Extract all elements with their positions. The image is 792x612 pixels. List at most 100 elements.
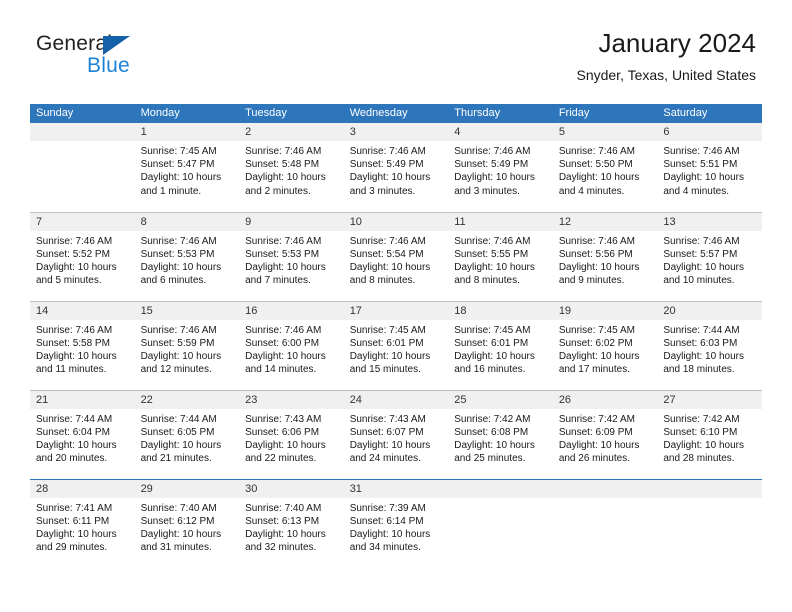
day-details: Sunrise: 7:40 AM Sunset: 6:13 PM Daylight:… (239, 498, 344, 555)
daylight-text-line1: Daylight: 10 hours (140, 261, 222, 273)
calendar-day-cell[interactable]: 11 Sunrise: 7:46 AM Sunset: 5:55 PM Dayligh… (448, 212, 553, 301)
calendar-day-cell[interactable]: 9 Sunrise: 7:46 AM Sunset: 5:53 PM Daylight… (239, 212, 344, 301)
calendar-day-cell[interactable]: 24 Sunrise: 7:43 AM Sunset: 6:07 PM Dayligh… (343, 390, 449, 479)
daylight-text-line2: and 18 minutes. (663, 364, 735, 376)
calendar-day-cell[interactable]: 17 Sunrise: 7:45 AM Sunset: 6:01 PM Dayligh… (343, 301, 449, 390)
daylight-text-line1: Daylight: 10 hours (454, 172, 535, 184)
calendar-day-cell[interactable]: 26 Sunrise: 7:42 AM Sunset: 6:09 PM Dayligh… (552, 390, 658, 479)
weekday-header-tuesday: Tuesday (239, 104, 344, 123)
sunset-text: Sunset: 5:49 PM (454, 159, 529, 171)
day-number: 4 (448, 123, 553, 141)
sunset-text: Sunset: 5:57 PM (663, 248, 738, 260)
day-details: Sunrise: 7:46 AM Sunset: 5:48 PM Daylight:… (239, 141, 344, 198)
sunrise-text: Sunrise: 7:46 AM (36, 324, 113, 336)
day-details: Sunrise: 7:40 AM Sunset: 6:12 PM Daylight:… (135, 498, 240, 555)
daylight-text-line1: Daylight: 10 hours (245, 261, 326, 273)
day-details: Sunrise: 7:42 AM Sunset: 6:09 PM Daylight:… (553, 409, 658, 466)
sunrise-text: Sunrise: 7:43 AM (349, 413, 426, 425)
calendar-day-cell[interactable]: 14 Sunrise: 7:46 AM Sunset: 5:58 PM Dayligh… (30, 301, 135, 390)
day-details: Sunrise: 7:41 AM Sunset: 6:11 PM Daylight:… (30, 498, 135, 555)
calendar-day-cell[interactable]: 31 Sunrise: 7:39 AM Sunset: 6:14 PM Dayligh… (343, 479, 449, 569)
calendar-day-cell[interactable]: 25 Sunrise: 7:42 AM Sunset: 6:08 PM Dayligh… (448, 390, 553, 479)
calendar-page: General Blue January 2024 Snyder, Texas,… (0, 0, 792, 612)
daylight-text-line2: and 1 minute. (140, 185, 202, 197)
calendar-day-cell[interactable]: 18 Sunrise: 7:45 AM Sunset: 6:01 PM Dayligh… (448, 301, 553, 390)
daylight-text-line1: Daylight: 10 hours (558, 439, 640, 451)
day-number: 10 (343, 212, 449, 231)
calendar-day-cell[interactable]: 7 Sunrise: 7:46 AM Sunset: 5:52 PM Daylight… (30, 212, 135, 301)
sunset-text: Sunset: 5:58 PM (36, 337, 110, 349)
sunrise-text: Sunrise: 7:46 AM (140, 235, 217, 247)
day-details: Sunrise: 7:44 AM Sunset: 6:03 PM Daylight:… (657, 320, 762, 377)
daylight-text-line2: and 4 minutes. (558, 185, 625, 197)
daylight-text-line2: and 26 minutes. (558, 453, 630, 465)
calendar-day-cell[interactable]: 21 Sunrise: 7:44 AM Sunset: 6:04 PM Dayligh… (30, 390, 135, 479)
daylight-text-line2: and 8 minutes. (454, 275, 520, 287)
day-details: Sunrise: 7:46 AM Sunset: 5:56 PM Daylight:… (553, 231, 658, 288)
day-details: Sunrise: 7:46 AM Sunset: 5:49 PM Daylight:… (448, 141, 553, 198)
day-details: Sunrise: 7:46 AM Sunset: 5:57 PM Daylight:… (657, 231, 762, 288)
calendar-day-cell[interactable]: 16 Sunrise: 7:46 AM Sunset: 6:00 PM Dayligh… (239, 301, 344, 390)
calendar-day-cell[interactable]: 20 Sunrise: 7:44 AM Sunset: 6:03 PM Dayligh… (657, 301, 762, 390)
calendar-day-cell[interactable]: 15 Sunrise: 7:46 AM Sunset: 5:59 PM Dayligh… (134, 301, 240, 390)
calendar-week-row: 7 Sunrise: 7:46 AM Sunset: 5:52 PM Daylight… (30, 211, 762, 301)
daylight-text-line2: and 21 minutes. (140, 453, 212, 465)
calendar-empty-cell (448, 479, 553, 569)
calendar-day-cell[interactable]: 5 Sunrise: 7:46 AM Sunset: 5:50 PM Daylight… (552, 123, 658, 212)
day-number: 17 (343, 301, 449, 320)
day-number: 30 (239, 479, 344, 498)
calendar-day-cell[interactable]: 12 Sunrise: 7:46 AM Sunset: 5:56 PM Dayligh… (552, 212, 658, 301)
calendar-day-cell[interactable]: 29 Sunrise: 7:40 AM Sunset: 6:12 PM Dayligh… (134, 479, 240, 569)
daylight-text-line1: Daylight: 10 hours (245, 172, 326, 184)
sunrise-text: Sunrise: 7:46 AM (454, 235, 531, 247)
daylight-text-line2: and 25 minutes. (454, 453, 526, 465)
generalblue-logo[interactable]: General Blue (36, 32, 186, 84)
calendar-empty-cell (30, 123, 135, 212)
day-details: Sunrise: 7:46 AM Sunset: 5:49 PM Daylight:… (344, 141, 449, 198)
calendar-day-cell[interactable]: 23 Sunrise: 7:43 AM Sunset: 6:06 PM Dayligh… (239, 390, 344, 479)
calendar-day-cell[interactable]: 1 Sunrise: 7:45 AM Sunset: 5:47 PM Daylight… (134, 123, 240, 212)
sunrise-text: Sunrise: 7:46 AM (245, 324, 322, 336)
sunset-text: Sunset: 5:49 PM (349, 159, 424, 171)
daylight-text-line1: Daylight: 10 hours (349, 172, 431, 184)
calendar-day-cell[interactable]: 28 Sunrise: 7:41 AM Sunset: 6:11 PM Dayligh… (30, 479, 135, 569)
daylight-text-line1: Daylight: 10 hours (140, 439, 222, 451)
weekday-header-sunday: Sunday (30, 104, 135, 123)
calendar-day-cell[interactable]: 10 Sunrise: 7:46 AM Sunset: 5:54 PM Dayligh… (343, 212, 449, 301)
sunset-text: Sunset: 5:51 PM (663, 159, 738, 171)
daylight-text-line1: Daylight: 10 hours (558, 350, 640, 362)
daylight-text-line2: and 12 minutes. (140, 364, 212, 376)
calendar-day-cell[interactable]: 22 Sunrise: 7:44 AM Sunset: 6:05 PM Dayligh… (134, 390, 240, 479)
calendar-day-cell[interactable]: 2 Sunrise: 7:46 AM Sunset: 5:48 PM Daylight… (239, 123, 344, 212)
daylight-text-line1: Daylight: 10 hours (245, 528, 326, 540)
day-number: 11 (448, 212, 553, 231)
daylight-text-line1: Daylight: 10 hours (349, 439, 431, 451)
calendar-day-cell[interactable]: 30 Sunrise: 7:40 AM Sunset: 6:13 PM Dayligh… (239, 479, 344, 569)
sunset-text: Sunset: 6:10 PM (663, 426, 738, 438)
calendar-week-row: 1 Sunrise: 7:45 AM Sunset: 5:47 PM Daylight… (30, 123, 762, 212)
day-number (657, 479, 762, 498)
calendar-day-cell[interactable]: 19 Sunrise: 7:45 AM Sunset: 6:02 PM Dayligh… (552, 301, 658, 390)
day-details: Sunrise: 7:46 AM Sunset: 5:54 PM Daylight:… (344, 231, 449, 288)
daylight-text-line1: Daylight: 10 hours (558, 172, 640, 184)
title-block: January 2024 Snyder, Texas, United State… (576, 26, 756, 85)
daylight-text-line2: and 28 minutes. (663, 453, 735, 465)
calendar-day-cell[interactable]: 13 Sunrise: 7:46 AM Sunset: 5:57 PM Dayligh… (657, 212, 762, 301)
daylight-text-line1: Daylight: 10 hours (245, 439, 326, 451)
sunrise-text: Sunrise: 7:45 AM (140, 146, 217, 157)
day-number: 3 (343, 123, 449, 141)
daylight-text-line1: Daylight: 10 hours (349, 261, 431, 273)
calendar-week-row: 14 Sunrise: 7:46 AM Sunset: 5:58 PM Dayligh… (30, 300, 762, 390)
day-details: Sunrise: 7:42 AM Sunset: 6:10 PM Daylight:… (657, 409, 762, 466)
calendar-day-cell[interactable]: 8 Sunrise: 7:46 AM Sunset: 5:53 PM Daylight… (134, 212, 240, 301)
sunset-text: Sunset: 6:01 PM (349, 337, 424, 349)
calendar-day-cell[interactable]: 3 Sunrise: 7:46 AM Sunset: 5:49 PM Daylight… (343, 123, 449, 212)
day-number: 29 (134, 479, 240, 498)
calendar-day-cell[interactable]: 27 Sunrise: 7:42 AM Sunset: 6:10 PM Dayligh… (657, 390, 762, 479)
day-number: 14 (30, 301, 135, 320)
calendar-day-cell[interactable]: 4 Sunrise: 7:46 AM Sunset: 5:49 PM Daylight… (448, 123, 553, 212)
sunset-text: Sunset: 6:13 PM (245, 515, 320, 527)
calendar-day-cell[interactable]: 6 Sunrise: 7:46 AM Sunset: 5:51 PM Daylight… (657, 123, 762, 212)
day-number: 18 (448, 301, 553, 320)
daylight-text-line1: Daylight: 10 hours (663, 172, 744, 184)
